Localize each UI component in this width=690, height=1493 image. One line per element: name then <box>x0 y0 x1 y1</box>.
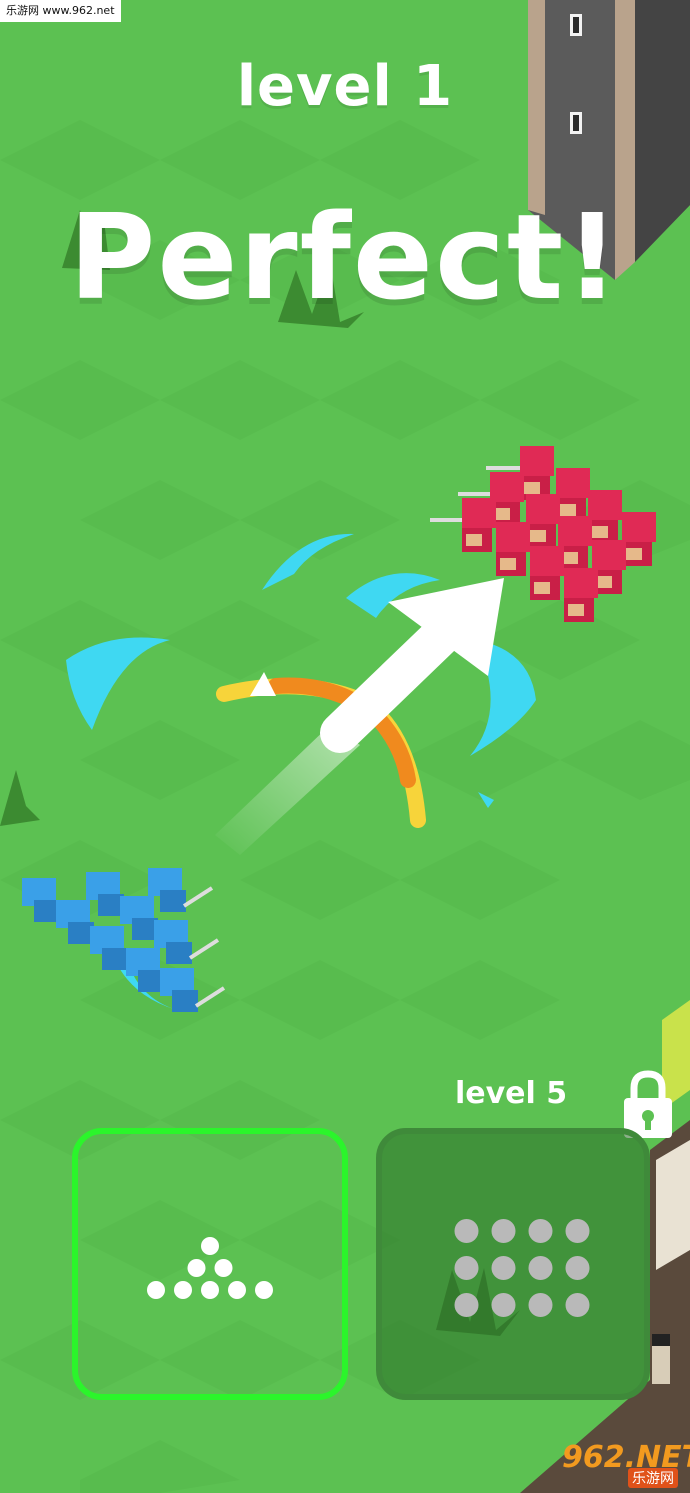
formation-dot <box>565 1293 590 1317</box>
level-title: level 1 <box>236 54 454 119</box>
formation-dot <box>454 1256 479 1280</box>
formation-dot <box>565 1219 590 1243</box>
blue-soldier <box>22 878 60 922</box>
formation-dot <box>201 1281 219 1299</box>
formation-card-locked[interactable] <box>376 1128 650 1400</box>
blue-soldier <box>56 900 94 944</box>
locked-card-level-label: level 5 <box>455 1076 568 1111</box>
formation-dot <box>528 1256 553 1280</box>
formation-dot <box>187 1259 206 1277</box>
red-soldier <box>530 546 564 600</box>
blue-soldier <box>154 920 220 964</box>
red-soldier <box>496 522 530 576</box>
blue-soldier <box>90 926 128 970</box>
formation-dot <box>228 1281 246 1299</box>
formation-dot <box>255 1281 273 1299</box>
blue-soldier <box>120 896 158 940</box>
game-stage[interactable]: 乐游网 www.962.net level 1 Perfect! level 5… <box>0 0 690 1493</box>
formation-dot <box>491 1293 516 1317</box>
blue-soldier <box>148 868 214 912</box>
red-soldier <box>588 490 622 544</box>
watermark-sub: 乐游网 <box>628 1468 678 1488</box>
feedback-text: Perfect! <box>68 188 622 326</box>
red-soldier <box>622 512 656 566</box>
triangle-formation-icon <box>147 1237 273 1299</box>
formation-dot <box>147 1281 165 1299</box>
formation-dot <box>454 1293 479 1317</box>
formation-dot <box>454 1219 479 1243</box>
formation-dot <box>565 1256 590 1280</box>
red-soldier <box>564 568 598 622</box>
formation-dot <box>174 1281 192 1299</box>
formation-dot <box>201 1237 219 1255</box>
watermark-top: 乐游网 www.962.net <box>0 0 121 22</box>
red-soldier <box>556 468 590 522</box>
formation-dot <box>528 1219 553 1243</box>
red-soldier <box>430 498 496 552</box>
formation-dot <box>491 1256 516 1280</box>
watermark-bottom: 962.NET 乐游网 <box>556 1440 690 1488</box>
formation-dot <box>528 1293 553 1317</box>
square-formation-icon <box>454 1219 590 1317</box>
formation-card-selected[interactable] <box>72 1128 348 1400</box>
red-soldier <box>526 494 560 548</box>
formation-dot <box>491 1219 516 1243</box>
formation-dot <box>214 1259 233 1277</box>
